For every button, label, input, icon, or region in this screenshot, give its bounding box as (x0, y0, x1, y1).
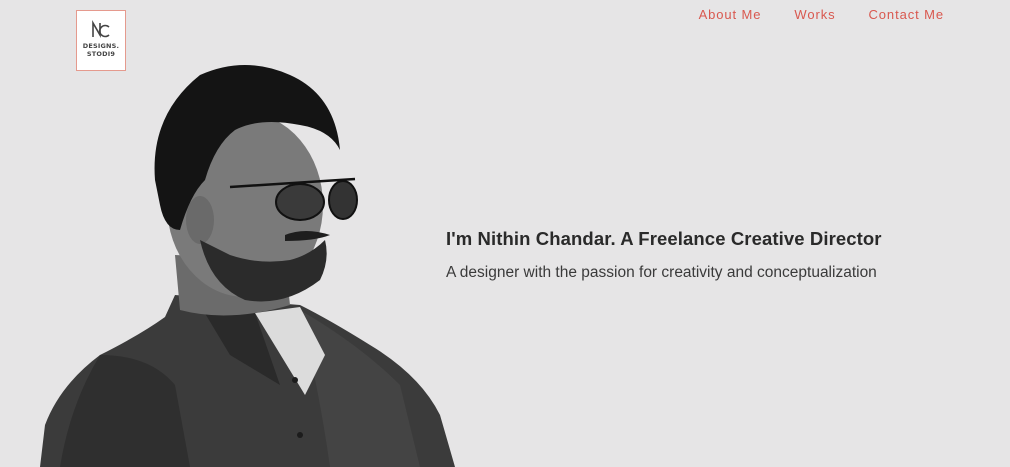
hero-title: I'm Nithin Chandar. A Freelance Creative… (446, 228, 882, 249)
hero-section: I'm Nithin Chandar. A Freelance Creative… (446, 228, 882, 282)
hero-subtitle: A designer with the passion for creativi… (446, 264, 877, 281)
main-nav: About Me Works Contact Me (699, 7, 944, 22)
nav-about-me[interactable]: About Me (699, 7, 762, 22)
landing-page: DESIGNS. STODI9 About Me Works Contact M… (0, 0, 1010, 467)
nav-contact-me[interactable]: Contact Me (869, 7, 944, 22)
logo-line-1: DESIGNS. (82, 42, 120, 50)
nav-works[interactable]: Works (794, 7, 835, 22)
portrait-photo (40, 65, 455, 467)
logo-monogram-icon (92, 20, 110, 38)
